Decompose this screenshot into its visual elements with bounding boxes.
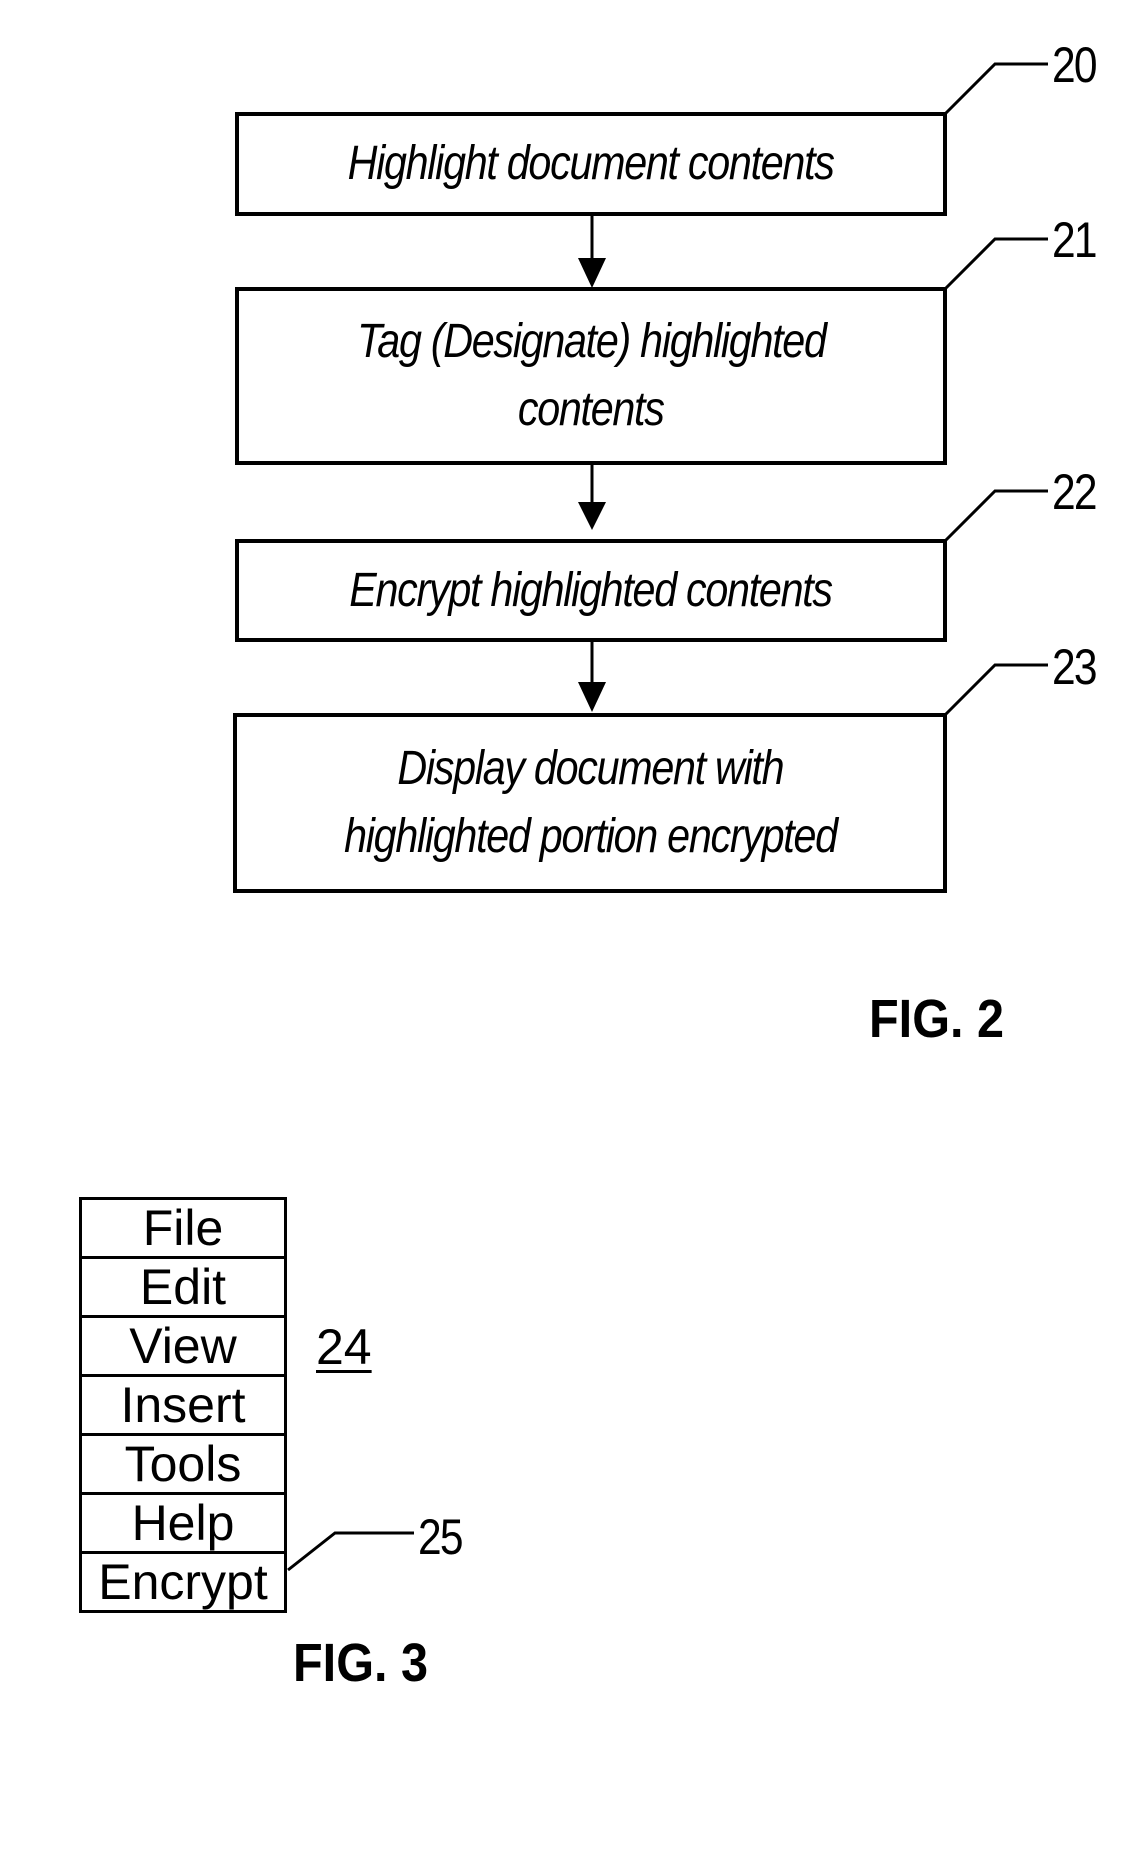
menu-item-encrypt[interactable]: Encrypt: [82, 1554, 284, 1610]
menu-item-edit[interactable]: Edit: [82, 1259, 284, 1318]
leader-line-22: [943, 489, 1048, 543]
leader-line-21: [943, 237, 1048, 291]
step-21-tag-box: Tag (Designate) highlighted contents: [235, 287, 947, 465]
fig-3-caption: FIG. 3: [293, 1633, 429, 1693]
ref-label-21: 21: [1052, 212, 1098, 268]
arrow-21-to-22: [578, 465, 606, 530]
step-23-display-box: Display document with highlighted portio…: [233, 713, 947, 893]
menu-item-insert[interactable]: Insert: [82, 1377, 284, 1436]
arrow-20-to-21: [578, 215, 606, 288]
arrow-22-to-23: [578, 634, 606, 712]
leader-line-23: [943, 663, 1048, 717]
step-21-text-line-1: Tag (Designate) highlighted: [356, 315, 827, 368]
step-20-highlight-box: Highlight document contents: [235, 112, 947, 216]
leader-line-20: [943, 62, 1048, 116]
step-22-text: Encrypt highlighted contents: [349, 563, 834, 617]
step-23-text-line-1: Display document with: [397, 742, 784, 795]
step-20-text: Highlight document contents: [347, 137, 835, 190]
step-23-text-line-2: highlighted portion encrypted: [343, 810, 838, 863]
menu-item-help[interactable]: Help: [82, 1495, 284, 1554]
ref-label-22: 22: [1052, 464, 1098, 520]
menu-item-tools[interactable]: Tools: [82, 1436, 284, 1495]
menu-item-file[interactable]: File: [82, 1200, 284, 1259]
ref-label-23: 23: [1052, 639, 1098, 695]
menu-list-24: File Edit View Insert Tools Help Encrypt: [79, 1197, 287, 1613]
leader-line-25: [287, 1531, 414, 1572]
step-21-text-line-2: contents: [518, 383, 665, 436]
menu-item-view[interactable]: View: [82, 1318, 284, 1377]
ref-label-24: 24: [316, 1319, 372, 1375]
ref-label-25: 25: [418, 1509, 464, 1565]
fig-2-caption: FIG. 2: [869, 989, 1005, 1049]
ref-label-20: 20: [1052, 37, 1098, 93]
step-22-encrypt-box: Encrypt highlighted contents: [235, 539, 947, 642]
